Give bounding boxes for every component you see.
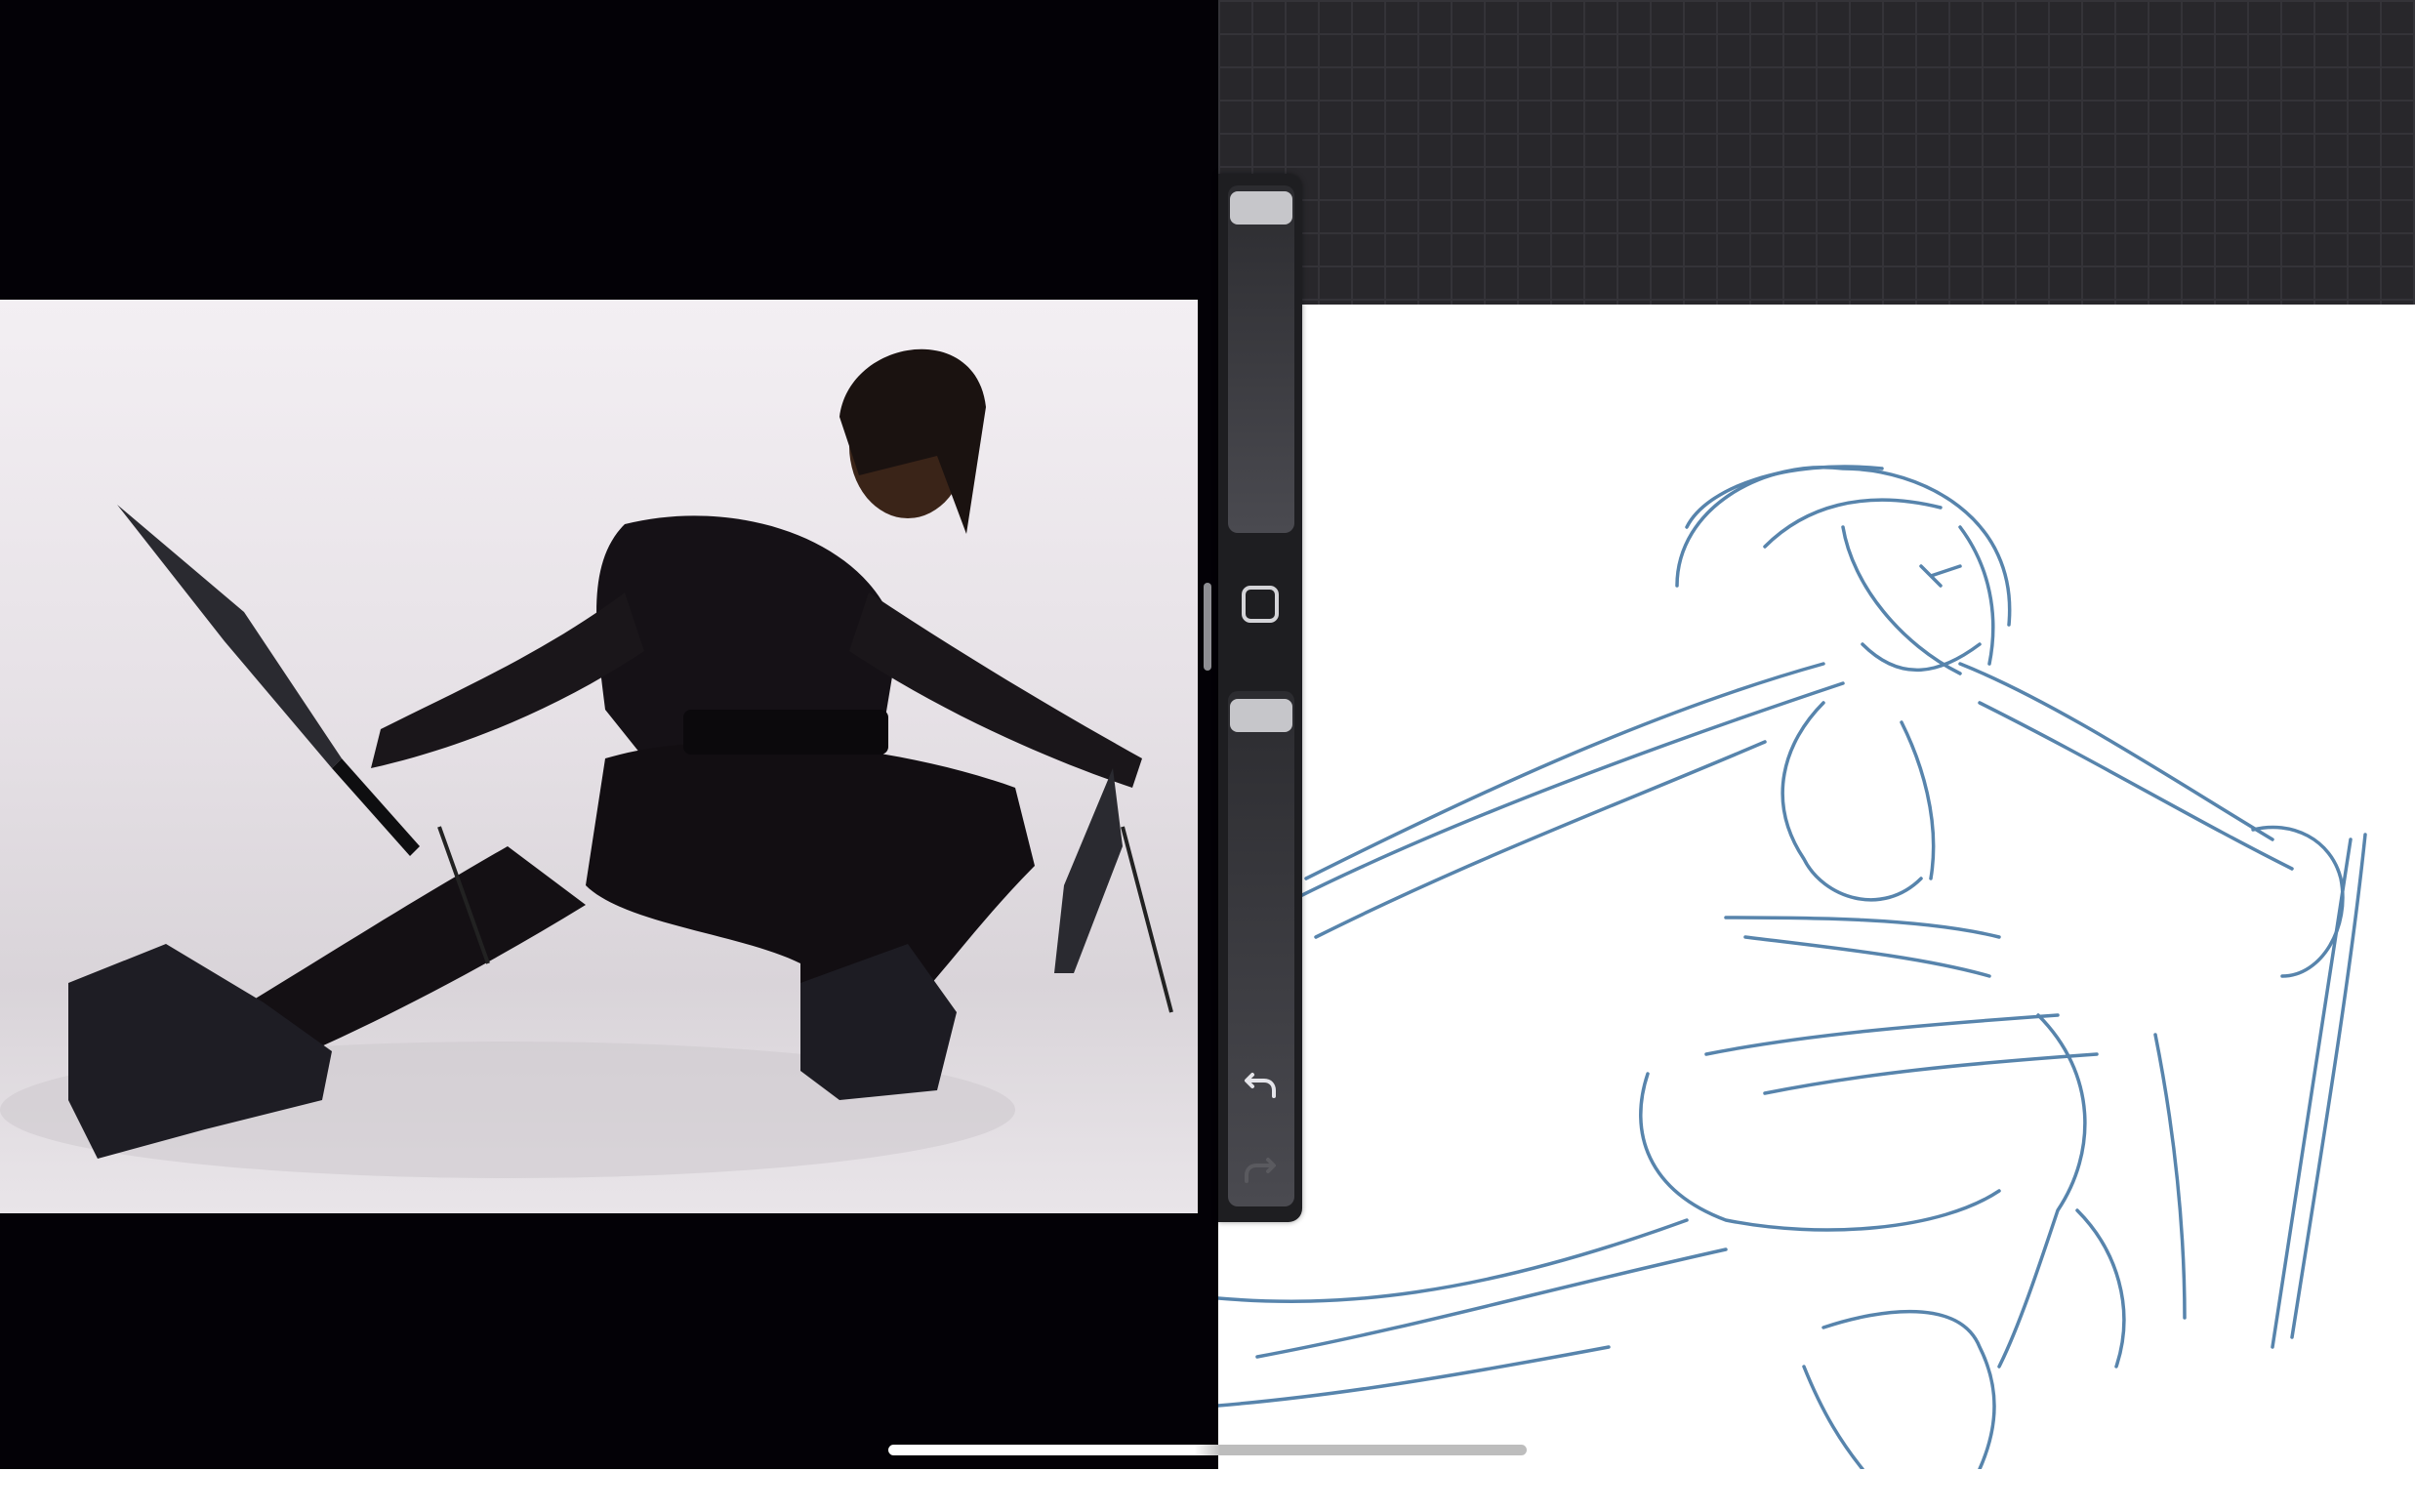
undo-button[interactable] <box>1238 1062 1283 1107</box>
tool-sidebar <box>1218 174 1302 1222</box>
brush-opacity-thumb[interactable] <box>1230 699 1292 732</box>
redo-icon <box>1245 1158 1276 1183</box>
split-view-handle[interactable] <box>1204 583 1211 671</box>
brush-size-slider[interactable] <box>1228 185 1294 533</box>
drawing-canvas-area[interactable] <box>1218 0 2415 1469</box>
modify-button[interactable] <box>1242 586 1279 623</box>
home-indicator[interactable] <box>888 1445 1527 1455</box>
undo-icon <box>1245 1073 1276 1098</box>
reference-photo <box>0 300 1198 1213</box>
reference-viewer[interactable] <box>0 0 1218 1469</box>
gesture-sketch <box>1218 465 2367 1469</box>
redo-button[interactable] <box>1238 1147 1283 1192</box>
brush-size-thumb[interactable] <box>1230 191 1292 225</box>
reference-photo-figure <box>0 348 1173 1178</box>
brush-opacity-slider[interactable] <box>1228 691 1294 1206</box>
